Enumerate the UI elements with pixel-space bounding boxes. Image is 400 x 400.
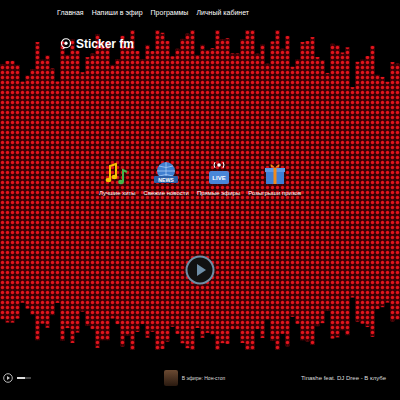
feature-label: Прямые эфиры: [197, 189, 240, 197]
badge-text: LIVE: [212, 175, 225, 181]
feature-row: Лучшие хиты NEWS Свежие новости LIVE Прямые …: [0, 160, 400, 197]
player-bar: В эфире: Нон-стоп Tinashe feat. DJ Dree -…: [0, 370, 400, 400]
feature-item[interactable]: Розыгрыши призов: [248, 160, 301, 197]
nav-link-item[interactable]: Программы: [151, 8, 189, 20]
news-icon: NEWS: [153, 160, 179, 186]
content: Главная Напиши в эфир Программы Личный каби…: [0, 0, 400, 400]
feature-label: Лучшие хиты: [99, 189, 136, 197]
track-info: Tinashe feat. DJ Dree - В клубе: [225, 374, 386, 382]
waveform-background: [0, 0, 400, 400]
top-nav: Главная Напиши в эфир Программы Личный каби…: [0, 0, 400, 20]
feature-label: Розыгрыши призов: [248, 189, 301, 197]
small-play-button[interactable]: [3, 373, 13, 383]
on-air-text: В эфире: Нон-стоп: [182, 375, 226, 382]
volume-fill: [17, 377, 25, 379]
page: Главная Напиши в эфир Программы Личный каби…: [0, 0, 400, 400]
feature-item[interactable]: NEWS Свежие новости: [144, 160, 189, 197]
live-icon: LIVE: [206, 160, 232, 186]
nav-link-item[interactable]: Главная: [57, 8, 84, 20]
play-icon: [3, 373, 13, 383]
host-photo: [164, 370, 178, 386]
feature-item[interactable]: LIVE Прямые эфиры: [197, 160, 240, 197]
player-controls: [3, 373, 164, 383]
volume-track[interactable]: [17, 377, 31, 379]
play-icon: [185, 255, 215, 285]
track-title: Tinashe feat. DJ Dree - В клубе: [301, 374, 386, 382]
logo-text: Sticker fm: [76, 36, 134, 52]
main-play-area: [0, 255, 400, 285]
on-air-info: В эфире: Нон-стоп: [164, 370, 226, 386]
feature-item[interactable]: Лучшие хиты: [99, 160, 136, 197]
logo[interactable]: Sticker fm: [60, 36, 400, 52]
nav-link-item[interactable]: Напиши в эфир: [92, 8, 143, 20]
main-play-button[interactable]: [185, 255, 215, 285]
feature-label: Свежие новости: [144, 189, 189, 197]
microphone-logo-icon: [60, 38, 72, 50]
badge-text: NEWS: [158, 177, 174, 183]
nav-link-item[interactable]: Личный кабинет: [196, 8, 249, 20]
music-icon: [104, 160, 130, 186]
gift-icon: [262, 160, 288, 186]
